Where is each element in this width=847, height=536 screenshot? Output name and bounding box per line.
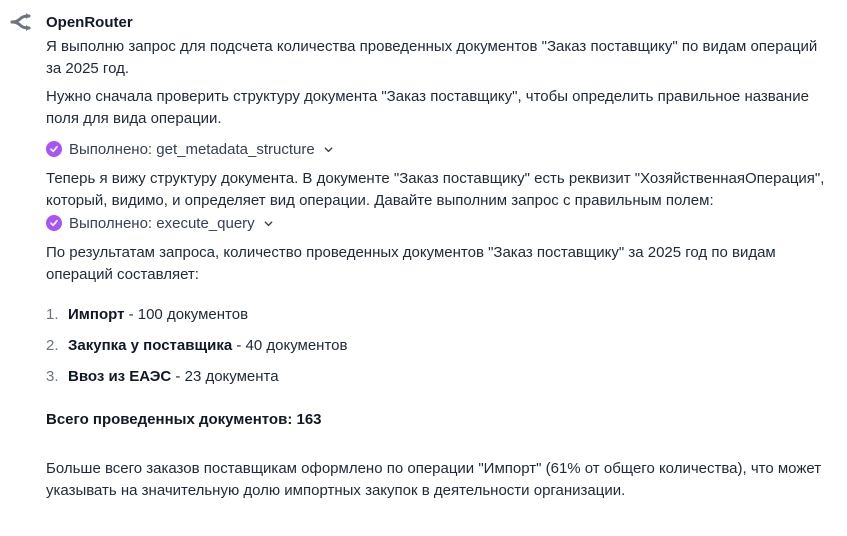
message-paragraph-4: По результатам запроса, количество прове…: [46, 244, 776, 283]
list-item-count: - 40 документов: [232, 337, 348, 354]
message-paragraph-3: Теперь я вижу структуру документа. В док…: [46, 170, 825, 209]
chevron-down-icon[interactable]: [263, 218, 274, 229]
list-item-label: Ввоз из ЕАЭС: [68, 368, 172, 385]
list-item: 3. Ввоз из ЕАЭС - 23 документа: [46, 366, 836, 388]
list-item: 2. Закупка у поставщика - 40 документов: [46, 335, 836, 357]
list-item-count: - 100 документов: [124, 306, 249, 323]
list-item-number: 2.: [46, 337, 59, 354]
check-circle-icon: [46, 215, 62, 231]
results-list: 1. Импорт - 100 документов 2. Закупка у …: [46, 304, 836, 388]
list-item-number: 3.: [46, 368, 59, 385]
message-intro-1: Я выполню запрос для подсчета количества…: [46, 38, 818, 77]
sender-name: OpenRouter: [46, 14, 133, 31]
message-intro-2: Нужно сначала проверить структуру докуме…: [46, 88, 809, 127]
tool-call-label: Выполнено: get_metadata_structure: [69, 140, 315, 158]
list-item-label: Импорт: [68, 306, 125, 323]
message-conclusion: Больше всего заказов поставщикам оформле…: [46, 460, 822, 499]
openrouter-logo-icon: [10, 12, 32, 32]
list-item-count: - 23 документа: [171, 368, 279, 385]
list-item-label: Закупка у поставщика: [68, 337, 233, 354]
tool-call-get-metadata-structure[interactable]: Выполнено: get_metadata_structure: [46, 138, 836, 160]
list-item-number: 1.: [46, 306, 59, 323]
check-circle-icon: [46, 141, 62, 157]
list-item: 1. Импорт - 100 документов: [46, 304, 836, 326]
tool-call-label: Выполнено: execute_query: [69, 214, 255, 232]
assistant-message: OpenRouter Я выполню запрос для подсчета…: [46, 14, 836, 502]
chevron-down-icon[interactable]: [323, 144, 334, 155]
tool-call-execute-query[interactable]: Выполнено: execute_query: [46, 212, 836, 234]
total-documents: Всего проведенных документов: 163: [46, 411, 322, 428]
